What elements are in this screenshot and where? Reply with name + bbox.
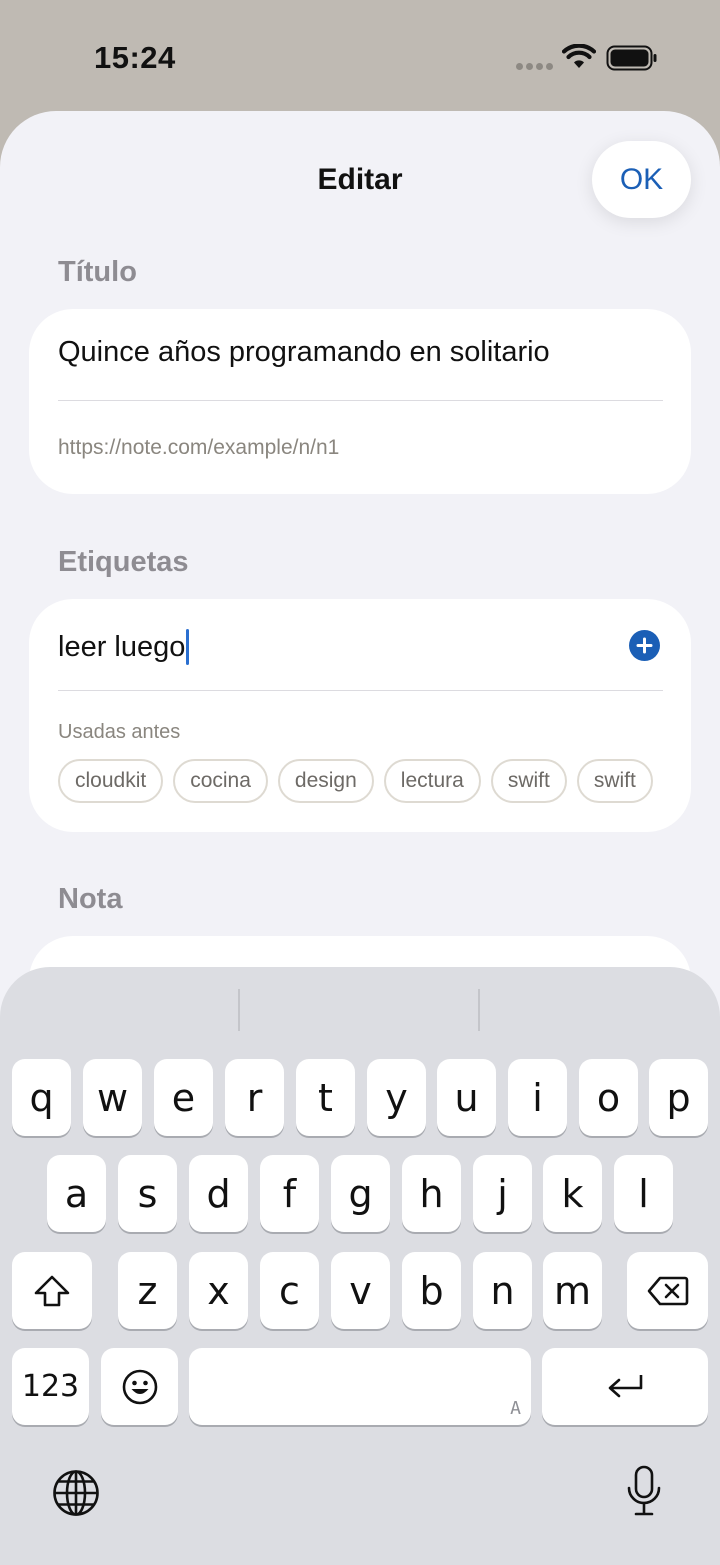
tags-section-label: Etiquetas xyxy=(58,546,189,578)
key-y[interactable]: y xyxy=(367,1059,426,1136)
tag-chips: cloudkit cocina design lectura swift swi… xyxy=(58,759,663,803)
key-t[interactable]: t xyxy=(296,1059,355,1136)
numbers-key-label: 123 xyxy=(21,1369,80,1404)
numbers-key[interactable]: 123 xyxy=(12,1348,89,1425)
key-x[interactable]: x xyxy=(189,1252,248,1329)
key-a[interactable]: a xyxy=(47,1155,106,1232)
divider xyxy=(58,690,663,691)
tag-chip[interactable]: cocina xyxy=(173,759,268,803)
key-z[interactable]: z xyxy=(118,1252,177,1329)
key-i[interactable]: i xyxy=(508,1059,567,1136)
signal-icon xyxy=(516,63,553,70)
delete-key[interactable] xyxy=(627,1252,708,1329)
suggestion-separator xyxy=(478,989,480,1031)
key-l[interactable]: l xyxy=(614,1155,673,1232)
globe-icon[interactable] xyxy=(52,1469,100,1517)
tags-card: leer luego Usadas antes cloudkit cocina … xyxy=(29,599,691,832)
used-before-label: Usadas antes xyxy=(58,721,181,743)
plus-icon xyxy=(636,637,653,654)
space-key[interactable]: A xyxy=(189,1348,531,1425)
wifi-icon xyxy=(562,44,596,68)
delete-icon xyxy=(647,1276,688,1305)
key-u[interactable]: u xyxy=(437,1059,496,1136)
title-section-label: Título xyxy=(58,256,137,288)
microphone-icon[interactable] xyxy=(624,1465,664,1517)
key-o[interactable]: o xyxy=(579,1059,638,1136)
url-field[interactable]: https://note.com/example/n/n1 xyxy=(58,436,339,460)
tag-input[interactable]: leer luego xyxy=(58,629,190,665)
tag-chip[interactable]: lectura xyxy=(383,759,481,803)
key-k[interactable]: k xyxy=(543,1155,602,1232)
tag-input-text: leer luego xyxy=(58,630,186,663)
tag-chip[interactable]: swift xyxy=(490,759,567,803)
key-b[interactable]: b xyxy=(402,1252,461,1329)
shift-icon xyxy=(34,1275,70,1306)
key-g[interactable]: g xyxy=(331,1155,390,1232)
key-j[interactable]: j xyxy=(473,1155,532,1232)
emoji-key[interactable] xyxy=(101,1348,178,1425)
space-hint: A xyxy=(510,1398,521,1419)
ok-button[interactable]: OK xyxy=(592,141,691,218)
key-m[interactable]: m xyxy=(543,1252,602,1329)
key-e[interactable]: e xyxy=(154,1059,213,1136)
text-caret xyxy=(186,629,190,665)
key-q[interactable]: q xyxy=(12,1059,71,1136)
key-r[interactable]: r xyxy=(225,1059,284,1136)
key-f[interactable]: f xyxy=(260,1155,319,1232)
tag-chip[interactable]: design xyxy=(277,759,374,803)
key-w[interactable]: w xyxy=(83,1059,142,1136)
key-c[interactable]: c xyxy=(260,1252,319,1329)
divider xyxy=(58,400,663,401)
battery-icon xyxy=(606,45,657,71)
tag-chip[interactable]: cloudkit xyxy=(58,759,164,803)
key-v[interactable]: v xyxy=(331,1252,390,1329)
key-d[interactable]: d xyxy=(189,1155,248,1232)
key-n[interactable]: n xyxy=(473,1252,532,1329)
return-icon xyxy=(608,1374,643,1397)
shift-key[interactable] xyxy=(12,1252,92,1329)
add-tag-button[interactable] xyxy=(629,630,660,661)
emoji-icon xyxy=(122,1369,157,1404)
keyboard: q w e r t y u i o p a s d f g h j k l z … xyxy=(0,967,720,1565)
key-s[interactable]: s xyxy=(118,1155,177,1232)
title-input[interactable]: Quince años programando en solitario xyxy=(58,336,550,369)
title-card: Quince años programando en solitario htt… xyxy=(29,309,691,494)
return-key[interactable] xyxy=(542,1348,708,1425)
status-time: 15:24 xyxy=(94,40,176,75)
key-p[interactable]: p xyxy=(649,1059,708,1136)
suggestion-separator xyxy=(238,989,240,1031)
status-bar: 15:24 xyxy=(0,0,720,112)
tag-chip[interactable]: swift xyxy=(576,759,653,803)
note-section-label: Nota xyxy=(58,883,123,915)
key-h[interactable]: h xyxy=(402,1155,461,1232)
